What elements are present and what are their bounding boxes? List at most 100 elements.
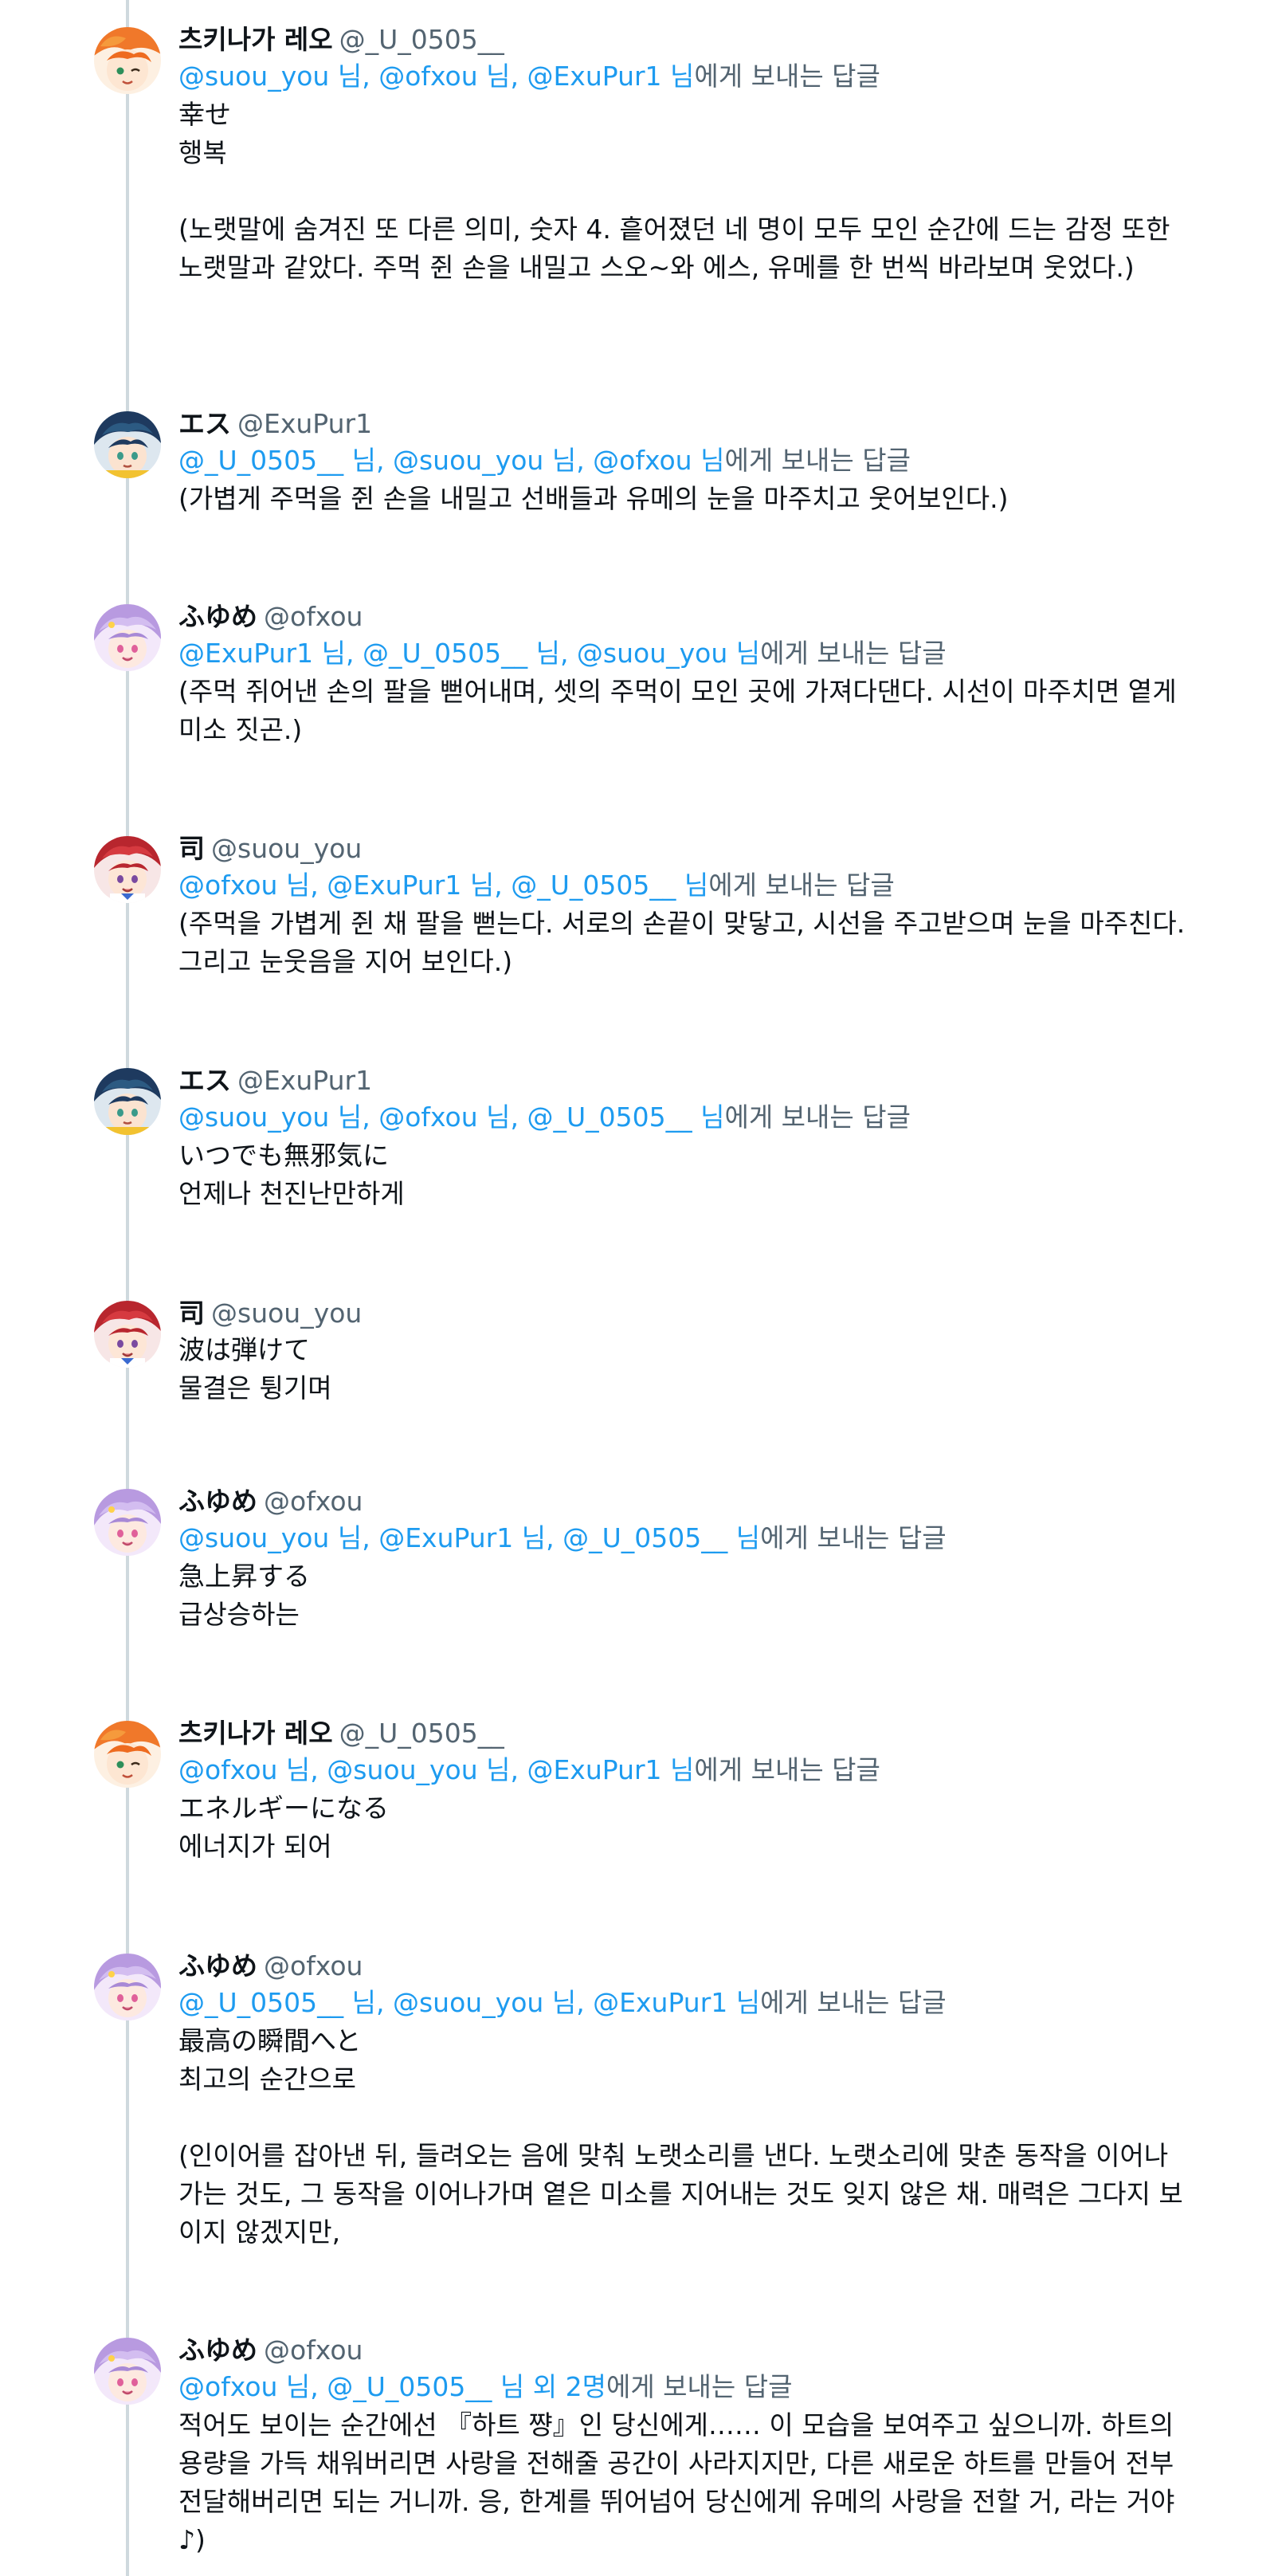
avatar[interactable]	[94, 604, 161, 671]
display-name[interactable]: 츠키나가 레오	[178, 24, 333, 55]
mention-link[interactable]: @ofxou 님	[378, 1101, 510, 1133]
mention-link[interactable]: @_U_0505__ 님 외 2명	[327, 2371, 606, 2402]
tweet-header: エス @ExuPur1	[178, 406, 1190, 442]
tweet-header: ふゆめ @ofxou	[178, 2333, 1190, 2368]
replying-to-line: @_U_0505__ 님, @suou_you 님, @ofxou 님에게 보내…	[178, 442, 1190, 480]
display-name[interactable]: エス	[178, 408, 231, 439]
tweet-header: 츠키나가 레오 @_U_0505__	[178, 1716, 1190, 1751]
tweet-text: 急上昇する 급상승하는	[178, 1561, 310, 1630]
tweet-content: 츠키나가 레오 @_U_0505__ @ofxou 님, @suou_you 님, …	[178, 1716, 1190, 1866]
mention-separator: ,	[510, 61, 527, 92]
reply-suffix: 에게 보내는 답글	[694, 1754, 880, 1785]
avatar[interactable]	[94, 1721, 161, 1788]
avatar[interactable]	[94, 2338, 161, 2405]
display-name[interactable]: エス	[178, 1065, 231, 1096]
tweet-text: 最高の瞬間へと 최고의 순간으로 (인이어를 잡아낸 뒤, 들려오는 음에 맞춰…	[178, 2025, 1183, 2248]
display-name[interactable]: ふゆめ	[178, 2334, 257, 2366]
tweet-content: 司 @suou_you @ofxou 님, @ExuPur1 님, @_U_0505…	[178, 831, 1190, 981]
mention-link[interactable]: @_U_0505__ 님	[511, 870, 708, 901]
avatar[interactable]	[94, 836, 161, 903]
mention-link[interactable]: @suou_you 님	[327, 1754, 510, 1785]
mention-link[interactable]: @_U_0505__ 님	[563, 1522, 760, 1553]
user-handle[interactable]: @ofxou	[264, 1950, 363, 1981]
avatar[interactable]	[94, 27, 161, 94]
mention-link[interactable]: @suou_you 님	[178, 1101, 362, 1133]
user-handle[interactable]: @ofxou	[264, 1486, 363, 1517]
mention-separator: ,	[362, 1522, 379, 1553]
display-name[interactable]: ふゆめ	[178, 1950, 257, 1981]
reply-suffix: 에게 보내는 답글	[760, 1522, 947, 1553]
mention-link[interactable]: @_U_0505__ 님	[178, 1987, 376, 2018]
mention-link[interactable]: @ExuPur1 님	[178, 638, 346, 669]
thread-connector-line	[126, 0, 129, 2576]
mention-link[interactable]: @suou_you 님	[393, 445, 576, 476]
mention-separator: ,	[559, 638, 577, 669]
tweet-content: 츠키나가 레오 @_U_0505__ @suou_you 님, @ofxou 님, …	[178, 22, 1190, 287]
mention-link[interactable]: @suou_you 님	[577, 638, 760, 669]
user-handle[interactable]: @suou_you	[211, 1298, 362, 1329]
mention-separator: ,	[362, 61, 379, 92]
mention-separator: ,	[510, 1754, 527, 1785]
user-handle[interactable]: @ofxou	[264, 2334, 363, 2366]
user-handle[interactable]: @_U_0505__	[339, 1718, 504, 1749]
display-name[interactable]: 츠키나가 레오	[178, 1718, 333, 1749]
mention-separator: ,	[376, 445, 393, 476]
tweet-content: ふゆめ @ofxou @_U_0505__ 님, @suou_you 님, @Exu…	[178, 1949, 1190, 2252]
display-name[interactable]: 司	[178, 833, 205, 864]
tweet-text: いつでも無邪気に 언제나 천진난만하게	[178, 1140, 405, 1209]
display-name[interactable]: ふゆめ	[178, 1486, 257, 1517]
mention-link[interactable]: @ExuPur1 님	[527, 61, 694, 92]
mention-separator: ,	[376, 1987, 393, 2018]
avatar[interactable]	[94, 1954, 161, 2020]
reply-suffix: 에게 보내는 답글	[708, 870, 895, 901]
mention-link[interactable]: @ofxou 님	[178, 1754, 310, 1785]
tweet-header: ふゆめ @ofxou	[178, 1484, 1190, 1519]
mention-link[interactable]: @ofxou 님	[593, 445, 724, 476]
mention-link[interactable]: @_U_0505__ 님	[363, 638, 560, 669]
mention-link[interactable]: @_U_0505__ 님	[178, 445, 376, 476]
user-handle[interactable]: @ExuPur1	[237, 1065, 372, 1096]
avatar[interactable]	[94, 1301, 161, 1368]
mention-link[interactable]: @ExuPur1 님	[527, 1754, 694, 1785]
tweet-header: ふゆめ @ofxou	[178, 1949, 1190, 1984]
replying-to-line: @_U_0505__ 님, @suou_you 님, @ExuPur1 님에게 …	[178, 1984, 1190, 2022]
avatar[interactable]	[94, 1068, 161, 1135]
mention-link[interactable]: @suou_you 님	[178, 1522, 362, 1553]
mention-separator: ,	[494, 870, 512, 901]
tweet-header: エス @ExuPur1	[178, 1063, 1190, 1098]
mention-link[interactable]: @ofxou 님	[178, 870, 310, 901]
tweet-header: 司 @suou_you	[178, 831, 1190, 866]
user-handle[interactable]: @ofxou	[264, 601, 363, 632]
mention-separator: ,	[310, 2371, 327, 2402]
mention-separator: ,	[345, 638, 363, 669]
user-handle[interactable]: @_U_0505__	[339, 24, 504, 55]
mention-separator: ,	[310, 870, 327, 901]
user-handle[interactable]: @suou_you	[211, 833, 362, 864]
mention-link[interactable]: @ofxou 님	[378, 61, 510, 92]
reply-suffix: 에게 보내는 답글	[760, 1987, 947, 2018]
replying-to-line: @suou_you 님, @ofxou 님, @_U_0505__ 님에게 보내…	[178, 1098, 1190, 1137]
tweet-text: エネルギーになる 에너지가 되어	[178, 1793, 389, 1862]
tweet-content: エス @ExuPur1 @_U_0505__ 님, @suou_you 님, @of…	[178, 406, 1190, 518]
mention-separator: ,	[510, 1101, 527, 1133]
display-name[interactable]: ふゆめ	[178, 601, 257, 632]
tweet-content: ふゆめ @ofxou @suou_you 님, @ExuPur1 님, @_U_05…	[178, 1484, 1190, 1634]
mention-link[interactable]: @ExuPur1 님	[593, 1987, 760, 2018]
mention-link[interactable]: @suou_you 님	[178, 61, 362, 92]
mention-link[interactable]: @ExuPur1 님	[327, 870, 494, 901]
avatar[interactable]	[94, 1489, 161, 1556]
tweet-text: (주먹 쥐어낸 손의 팔을 뻗어내며, 셋의 주먹이 모인 곳에 가져다댄다. …	[178, 676, 1186, 745]
display-name[interactable]: 司	[178, 1298, 205, 1329]
mention-separator: ,	[310, 1754, 327, 1785]
tweet-header: 츠키나가 레오 @_U_0505__	[178, 22, 1190, 57]
user-handle[interactable]: @ExuPur1	[237, 408, 372, 439]
reply-suffix: 에게 보내는 답글	[760, 638, 947, 669]
mention-link[interactable]: @ExuPur1 님	[378, 1522, 546, 1553]
reply-suffix: 에게 보내는 답글	[724, 1101, 911, 1133]
mention-link[interactable]: @_U_0505__ 님	[527, 1101, 724, 1133]
avatar[interactable]	[94, 411, 161, 478]
replying-to-line: @ofxou 님, @ExuPur1 님, @_U_0505__ 님에게 보내는…	[178, 866, 1190, 905]
reply-suffix: 에게 보내는 답글	[694, 61, 880, 92]
mention-link[interactable]: @suou_you 님	[393, 1987, 576, 2018]
mention-link[interactable]: @ofxou 님	[178, 2371, 310, 2402]
